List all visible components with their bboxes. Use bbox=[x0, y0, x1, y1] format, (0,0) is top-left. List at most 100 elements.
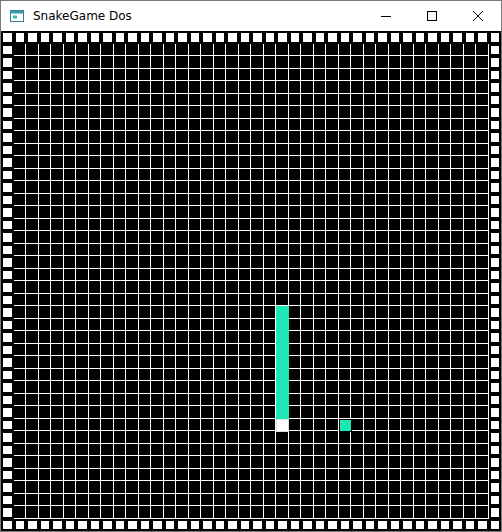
board-cell bbox=[339, 369, 352, 382]
board-cell bbox=[251, 231, 264, 244]
board-cell bbox=[289, 131, 302, 144]
board-cell bbox=[476, 306, 489, 319]
board-cell bbox=[39, 106, 52, 119]
app-icon bbox=[9, 8, 25, 24]
board-cell bbox=[214, 319, 227, 332]
minimize-button[interactable] bbox=[363, 1, 409, 31]
board-cell bbox=[126, 381, 139, 394]
board-cell bbox=[201, 381, 214, 394]
board-cell bbox=[114, 456, 127, 469]
board-cell bbox=[376, 194, 389, 207]
board-cell bbox=[389, 106, 402, 119]
board-cell bbox=[376, 219, 389, 232]
board-cell bbox=[476, 131, 489, 144]
board-cell bbox=[164, 94, 177, 107]
board-cell bbox=[364, 319, 377, 332]
board-cell bbox=[301, 169, 314, 182]
board-cell bbox=[64, 206, 77, 219]
board-cell bbox=[339, 294, 352, 307]
board-cell bbox=[264, 219, 277, 232]
board-cell bbox=[14, 156, 27, 169]
board-cell bbox=[451, 106, 464, 119]
board-cell bbox=[64, 131, 77, 144]
board-cell bbox=[139, 131, 152, 144]
board-cell bbox=[451, 81, 464, 94]
board-cell bbox=[176, 431, 189, 444]
board-cell bbox=[451, 144, 464, 157]
board-cell bbox=[51, 369, 64, 382]
board-cell bbox=[139, 294, 152, 307]
board-cell bbox=[51, 456, 64, 469]
board-cell bbox=[176, 319, 189, 332]
board-cell bbox=[339, 456, 352, 469]
board-cell bbox=[176, 169, 189, 182]
board-cell bbox=[126, 144, 139, 157]
board-cell bbox=[126, 256, 139, 269]
board-cell bbox=[451, 506, 464, 519]
board-cell bbox=[139, 456, 152, 469]
board-cell bbox=[476, 219, 489, 232]
board-cell bbox=[126, 219, 139, 232]
board-cell bbox=[389, 331, 402, 344]
board-cell bbox=[376, 69, 389, 82]
board-cell bbox=[101, 244, 114, 257]
board-cell bbox=[64, 56, 77, 69]
board-cell bbox=[364, 194, 377, 207]
board-cell bbox=[114, 294, 127, 307]
close-button[interactable] bbox=[455, 1, 501, 31]
board-cell bbox=[89, 169, 102, 182]
board-cell bbox=[89, 294, 102, 307]
board-cell bbox=[126, 431, 139, 444]
board-cell bbox=[139, 219, 152, 232]
board-cell bbox=[414, 494, 427, 507]
board-cell bbox=[451, 481, 464, 494]
board-cell bbox=[289, 231, 302, 244]
board-cell bbox=[26, 269, 39, 282]
board-cell bbox=[126, 56, 139, 69]
board-cell bbox=[264, 244, 277, 257]
board-cell bbox=[189, 69, 202, 82]
wall-cell bbox=[1, 169, 14, 182]
board-cell bbox=[201, 444, 214, 457]
snake-segment bbox=[276, 331, 289, 344]
board-cell bbox=[389, 506, 402, 519]
board-cell bbox=[389, 119, 402, 132]
maximize-button[interactable] bbox=[409, 1, 455, 31]
board-cell bbox=[451, 269, 464, 282]
board-cell bbox=[464, 169, 477, 182]
board-cell bbox=[51, 156, 64, 169]
board-cell bbox=[39, 294, 52, 307]
board-cell bbox=[401, 256, 414, 269]
board-cell bbox=[476, 231, 489, 244]
board-cell bbox=[226, 81, 239, 94]
board-cell bbox=[314, 506, 327, 519]
board-cell bbox=[126, 406, 139, 419]
minimize-icon bbox=[381, 11, 391, 21]
snake-segment bbox=[276, 406, 289, 419]
board-cell bbox=[164, 244, 177, 257]
game-board[interactable] bbox=[1, 31, 501, 531]
board-cell bbox=[176, 281, 189, 294]
board-cell bbox=[326, 244, 339, 257]
board-cell bbox=[389, 319, 402, 332]
wall-cell bbox=[1, 81, 14, 94]
board-cell bbox=[164, 469, 177, 482]
board-cell bbox=[51, 69, 64, 82]
board-cell bbox=[276, 244, 289, 257]
board-cell bbox=[151, 256, 164, 269]
board-cell bbox=[426, 81, 439, 94]
board-cell bbox=[226, 219, 239, 232]
board-cell bbox=[264, 319, 277, 332]
wall-cell bbox=[489, 56, 502, 69]
board-cell bbox=[201, 144, 214, 157]
board-cell bbox=[164, 456, 177, 469]
board-cell bbox=[276, 181, 289, 194]
board-cell bbox=[176, 194, 189, 207]
board-cell bbox=[439, 44, 452, 57]
title-bar[interactable]: SnakeGame Dos bbox=[1, 1, 501, 31]
board-cell bbox=[139, 494, 152, 507]
board-cell bbox=[414, 419, 427, 432]
board-cell bbox=[214, 444, 227, 457]
board-cell bbox=[76, 369, 89, 382]
board-cell bbox=[39, 494, 52, 507]
